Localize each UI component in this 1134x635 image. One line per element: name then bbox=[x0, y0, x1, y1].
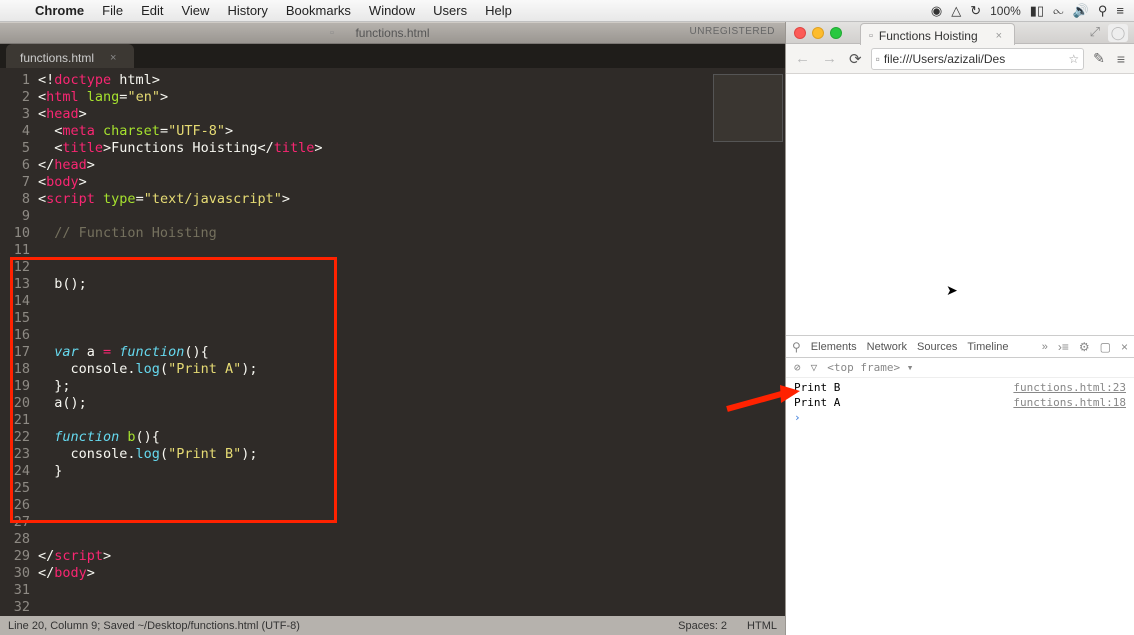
menu-bookmarks[interactable]: Bookmarks bbox=[277, 3, 360, 18]
chrome-window: ▫ Functions Hoisting × ⤢ ◯ ← → ⟳ ▫ file:… bbox=[785, 22, 1134, 635]
mac-menubar: Chrome File Edit View History Bookmarks … bbox=[0, 0, 1134, 22]
volume-icon[interactable]: 🔊 bbox=[1073, 3, 1089, 19]
forward-button[interactable]: → bbox=[819, 50, 840, 67]
chrome-content: ➤ bbox=[786, 74, 1134, 335]
page-icon: ▫ bbox=[330, 27, 334, 39]
editor-titlebar: ▫ functions.html UNREGISTERED bbox=[0, 22, 785, 44]
editor-body[interactable]: 1 2 3 4 5 6 7 8 9 10 11 12 13 14 15 16 1… bbox=[0, 68, 785, 616]
sync-icon[interactable]: ↻ bbox=[970, 3, 981, 19]
editor-statusbar: Line 20, Column 9; Saved ~/Desktop/funct… bbox=[0, 616, 785, 635]
tab-timeline[interactable]: Timeline bbox=[967, 341, 1008, 353]
spotlight-icon[interactable]: ⚲ bbox=[1098, 3, 1108, 19]
traffic-min[interactable] bbox=[812, 27, 824, 39]
devtools-filter: ⊘ ▽ <top frame> ▾ bbox=[786, 358, 1134, 378]
editor-title: functions.html bbox=[355, 26, 429, 40]
menu-app[interactable]: Chrome bbox=[26, 3, 93, 18]
menu-history[interactable]: History bbox=[218, 3, 276, 18]
dock-icon[interactable]: ▢ bbox=[1100, 340, 1111, 354]
profile-icon[interactable]: ◯ bbox=[1108, 24, 1128, 42]
url-input[interactable]: ▫ file:///Users/azizali/Des ☆ bbox=[871, 48, 1085, 70]
console-msg: Print B bbox=[794, 380, 840, 395]
wand-icon[interactable]: ✎ bbox=[1090, 50, 1108, 67]
fullscreen-icon[interactable]: ⤢ bbox=[1090, 24, 1100, 40]
page-icon: ▫ bbox=[869, 30, 873, 42]
menu-help[interactable]: Help bbox=[476, 3, 521, 18]
chrome-tab[interactable]: ▫ Functions Hoisting × bbox=[860, 23, 1015, 45]
back-button[interactable]: ← bbox=[792, 50, 813, 67]
hamburger-icon[interactable]: ≡ bbox=[1114, 51, 1128, 67]
console-output: Print B functions.html:23 Print A functi… bbox=[786, 378, 1134, 427]
tab-network[interactable]: Network bbox=[867, 341, 907, 353]
frame-selector[interactable]: <top frame> ▾ bbox=[827, 361, 913, 374]
status-spaces[interactable]: Spaces: 2 bbox=[678, 620, 727, 632]
file-icon: ▫ bbox=[876, 52, 880, 66]
traffic-close[interactable] bbox=[794, 27, 806, 39]
chrome-toolbar: ← → ⟳ ▫ file:///Users/azizali/Des ☆ ✎ ≡ bbox=[786, 44, 1134, 74]
tab-sources[interactable]: Sources bbox=[917, 341, 957, 353]
menu-users[interactable]: Users bbox=[424, 3, 476, 18]
gear-icon[interactable]: ⚙ bbox=[1079, 340, 1090, 354]
gdrive-icon[interactable]: △ bbox=[951, 3, 961, 19]
tab-elements[interactable]: Elements bbox=[811, 341, 857, 353]
console-row: Print A functions.html:18 bbox=[794, 395, 1126, 410]
editor-tab[interactable]: functions.html × bbox=[6, 44, 134, 68]
traffic-zoom[interactable] bbox=[830, 27, 842, 39]
unregistered-label: UNREGISTERED bbox=[690, 26, 775, 37]
cursor-icon: ➤ bbox=[946, 282, 958, 299]
menu-window[interactable]: Window bbox=[360, 3, 424, 18]
search-icon[interactable]: ⚲ bbox=[792, 340, 801, 354]
console-msg: Print A bbox=[794, 395, 840, 410]
status-left: Line 20, Column 9; Saved ~/Desktop/funct… bbox=[8, 620, 300, 632]
menu-edit[interactable]: Edit bbox=[132, 3, 172, 18]
menu-file[interactable]: File bbox=[93, 3, 132, 18]
filter-icon[interactable]: ▽ bbox=[811, 361, 818, 374]
url-text: file:///Users/azizali/Des bbox=[884, 52, 1005, 66]
close-icon[interactable]: × bbox=[996, 30, 1002, 42]
chrome-tabbar: ▫ Functions Hoisting × bbox=[860, 23, 1015, 45]
console-src[interactable]: functions.html:18 bbox=[1013, 395, 1126, 410]
devtools: ⚲ Elements Network Sources Timeline » ›≡… bbox=[786, 335, 1134, 635]
editor-window: ▫ functions.html UNREGISTERED functions.… bbox=[0, 22, 785, 635]
close-icon[interactable]: × bbox=[110, 52, 116, 64]
console-src[interactable]: functions.html:23 bbox=[1013, 380, 1126, 395]
console-prompt[interactable]: › bbox=[794, 410, 1126, 425]
drawer-icon[interactable]: ›≡ bbox=[1058, 340, 1069, 354]
status-lang[interactable]: HTML bbox=[747, 620, 777, 632]
battery-icon[interactable]: ▮▯ bbox=[1030, 3, 1044, 19]
highlight-box bbox=[10, 257, 337, 523]
tab-label: functions.html bbox=[20, 51, 94, 65]
close-icon[interactable]: × bbox=[1121, 340, 1128, 354]
wifi-icon[interactable]: ⧜ bbox=[1053, 3, 1064, 19]
devtools-tabs: ⚲ Elements Network Sources Timeline » ›≡… bbox=[786, 336, 1134, 358]
menu-view[interactable]: View bbox=[172, 3, 218, 18]
menu-icon[interactable]: ≡ bbox=[1116, 3, 1124, 18]
tab-title: Functions Hoisting bbox=[879, 29, 978, 43]
minimap[interactable] bbox=[713, 74, 783, 142]
battery-pct: 100% bbox=[990, 4, 1021, 18]
bookmark-icon[interactable]: ☆ bbox=[1068, 52, 1079, 66]
more-tabs[interactable]: » bbox=[1042, 341, 1048, 353]
chrome-titlebar: ▫ Functions Hoisting × ⤢ ◯ bbox=[786, 22, 1134, 44]
reload-button[interactable]: ⟳ bbox=[846, 50, 865, 68]
console-row: Print B functions.html:23 bbox=[794, 380, 1126, 395]
circles-icon[interactable]: ◉ bbox=[931, 3, 942, 19]
clear-icon[interactable]: ⊘ bbox=[794, 361, 801, 374]
editor-tabbar: functions.html × bbox=[0, 44, 785, 68]
